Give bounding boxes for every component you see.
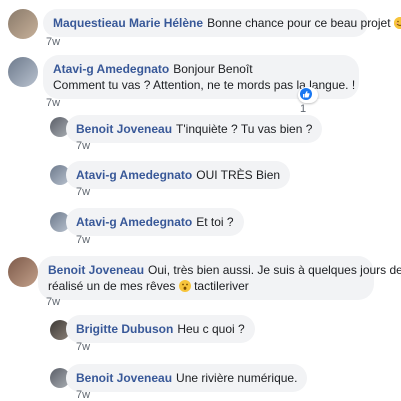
comment-author-link[interactable]: Benoit Joveneau — [76, 122, 172, 136]
comment-timestamp[interactable]: 7w — [76, 389, 90, 401]
comment-text: T'inquiète ? Tu vas bien ? — [176, 122, 313, 136]
avatar[interactable] — [8, 57, 38, 87]
comment-text: OUI TRÈS Bien — [196, 168, 281, 182]
comment-bubble: Maquestieau Marie Hélène Bonne chance pou… — [43, 9, 401, 37]
comment-author-link[interactable]: Maquestieau Marie Hélène — [53, 16, 203, 30]
avatar[interactable] — [8, 9, 38, 39]
astonished-face-emoji-icon — [178, 280, 191, 292]
comment-author-link[interactable]: Atavi-g Amedegnato — [53, 62, 169, 76]
comment-author-link[interactable]: Atavi-g Amedegnato — [76, 168, 192, 182]
comment-text: Bonjour Benoît — [173, 62, 253, 76]
comment-author-link[interactable]: Brigitte Dubuson — [76, 322, 173, 336]
comment-author-link[interactable]: Benoit Joveneau — [48, 263, 144, 277]
comment-text: Et toi ? — [196, 215, 234, 229]
comment-bubble: Benoit Joveneau Oui, très bien aussi. Je … — [38, 256, 401, 300]
comment-text: Heu c quoi ? — [177, 322, 245, 336]
comment-timestamp[interactable]: 7w — [76, 186, 90, 198]
comment-text: Oui, très bien aussi. Je suis à quelques… — [148, 263, 401, 277]
comment-timestamp[interactable]: 7w — [76, 140, 90, 152]
comment-author-link[interactable]: Atavi-g Amedegnato — [76, 215, 192, 229]
comment-author-link[interactable]: Benoit Joveneau — [76, 371, 172, 385]
comment-text-line-2a: réalisé un de mes rêves — [48, 279, 176, 293]
comment-timestamp[interactable]: 7w — [76, 234, 90, 246]
comment-bubble: Benoit Joveneau Une rivière numérique. — [66, 364, 308, 392]
comment-bubble: Brigitte Dubuson Heu c quoi ? — [66, 315, 255, 343]
comment-timestamp[interactable]: 7w — [76, 341, 90, 353]
smiling-face-emoji-icon — [393, 17, 401, 29]
comment-bubble: Benoit Joveneau T'inquiète ? Tu vas bien … — [66, 115, 323, 143]
comment-text-line-2b: tactileriver — [194, 279, 249, 293]
like-icon — [300, 88, 312, 100]
comment-bubble: Atavi-g Amedegnato OUI TRÈS Bien — [66, 161, 291, 189]
comment-timestamp[interactable]: 7w — [46, 97, 60, 109]
comment-bubble: Atavi-g Amedegnato Et toi ? — [66, 208, 244, 236]
comment-text: Bonne chance pour ce beau projet — [207, 16, 391, 30]
reaction-count-badge[interactable]: 1 — [298, 87, 318, 115]
comment-text: Une rivière numérique. — [176, 371, 298, 385]
avatar[interactable] — [8, 257, 38, 287]
comment-timestamp[interactable]: 7w — [46, 36, 60, 48]
comment-timestamp[interactable]: 7w — [46, 296, 60, 308]
